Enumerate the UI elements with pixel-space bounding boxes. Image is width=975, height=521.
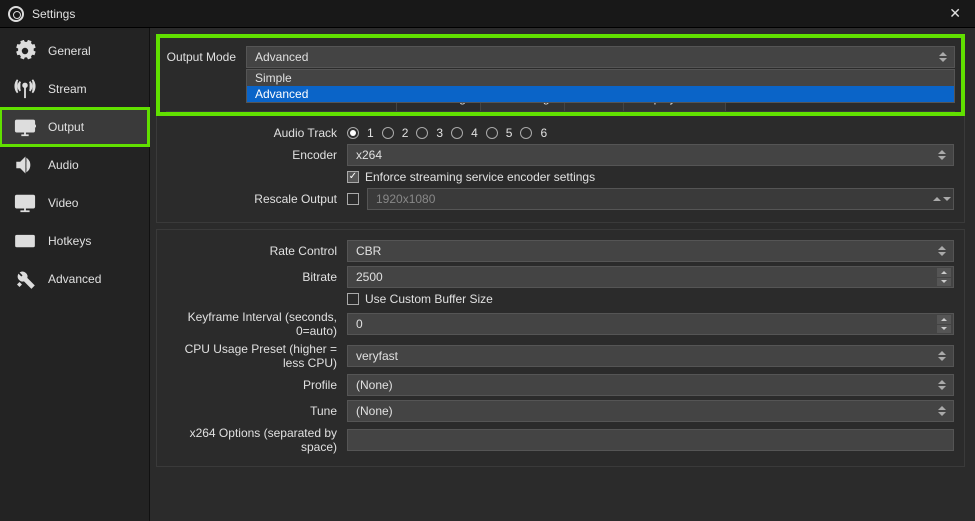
chevron-updown-icon	[935, 147, 949, 163]
rescale-select[interactable]: 1920x1080	[367, 188, 954, 210]
tune-select[interactable]: (None)	[347, 400, 954, 422]
output-mode-value: Advanced	[255, 50, 308, 64]
chevron-updown-icon	[935, 243, 949, 259]
sidebar-item-label: Output	[48, 120, 84, 134]
audio-track-radio-5[interactable]	[486, 127, 498, 139]
obs-logo-icon	[8, 6, 24, 22]
profile-label: Profile	[167, 378, 347, 392]
sidebar-item-label: Advanced	[48, 272, 101, 286]
bitrate-label: Bitrate	[167, 270, 347, 284]
cpu-preset-label: CPU Usage Preset (higher = less CPU)	[167, 342, 347, 370]
antenna-icon	[14, 78, 36, 100]
chevron-updown-icon	[935, 348, 949, 364]
bitrate-value: 2500	[356, 270, 383, 284]
dropdown-option-simple[interactable]: Simple	[247, 70, 954, 86]
custom-buffer-label: Use Custom Buffer Size	[365, 292, 493, 306]
sidebar-item-output[interactable]: Output	[0, 108, 149, 146]
audio-track-radio-2[interactable]	[382, 127, 394, 139]
dropdown-option-advanced[interactable]: Advanced	[247, 86, 954, 102]
monitor-out-icon	[14, 116, 36, 138]
tune-value: (None)	[356, 404, 393, 418]
rescale-checkbox[interactable]	[347, 193, 359, 205]
sidebar-item-label: Audio	[48, 158, 79, 172]
x264-opts-label: x264 Options (separated by space)	[167, 426, 347, 454]
sidebar-item-label: Video	[48, 196, 78, 210]
cpu-preset-value: veryfast	[356, 349, 398, 363]
rescale-value: 1920x1080	[376, 192, 435, 206]
cpu-preset-select[interactable]: veryfast	[347, 345, 954, 367]
streaming-panel: Audio Track 1 2 3 4 5 6 Encoder x264	[156, 116, 965, 223]
encoder-label: Encoder	[167, 148, 347, 162]
profile-value: (None)	[356, 378, 393, 392]
sidebar-item-hotkeys[interactable]: Hotkeys	[0, 222, 149, 260]
keyframe-label: Keyframe Interval (seconds, 0=auto)	[167, 310, 347, 338]
sidebar-item-advanced[interactable]: Advanced	[0, 260, 149, 298]
output-mode-select[interactable]: Advanced Simple Advanced	[246, 46, 955, 68]
audio-track-radio-1[interactable]	[347, 127, 359, 139]
rate-control-value: CBR	[356, 244, 381, 258]
output-mode-label: Output Mode	[166, 50, 246, 64]
chevron-updown-icon	[935, 377, 949, 393]
audio-track-label: Audio Track	[167, 126, 347, 140]
chevron-down-icon	[935, 191, 949, 207]
sidebar-item-label: Stream	[48, 82, 87, 96]
tune-label: Tune	[167, 404, 347, 418]
custom-buffer-checkbox[interactable]	[347, 293, 359, 305]
audio-track-group: 1 2 3 4 5 6	[347, 126, 954, 140]
window-title: Settings	[32, 7, 75, 21]
output-mode-dropdown: Simple Advanced	[246, 69, 955, 103]
close-icon[interactable]: ✕	[943, 3, 967, 24]
sidebar-item-label: General	[48, 44, 91, 58]
bitrate-input[interactable]: 2500	[347, 266, 954, 288]
encoder-value: x264	[356, 148, 382, 162]
tools-icon	[14, 268, 36, 290]
x264-opts-input[interactable]	[347, 429, 954, 451]
chevron-updown-icon	[936, 49, 950, 65]
keyboard-icon	[14, 230, 36, 252]
settings-sidebar: General Stream Output Audio Video Hotkey…	[0, 28, 150, 521]
keyframe-input[interactable]: 0	[347, 313, 954, 335]
sidebar-item-audio[interactable]: Audio	[0, 146, 149, 184]
profile-select[interactable]: (None)	[347, 374, 954, 396]
audio-track-radio-6[interactable]	[520, 127, 532, 139]
rate-control-label: Rate Control	[167, 244, 347, 258]
gear-icon	[14, 40, 36, 62]
enforce-checkbox[interactable]	[347, 171, 359, 183]
titlebar: Settings ✕	[0, 0, 975, 28]
content-area: Output Mode Advanced Simple Advanced Str…	[150, 28, 975, 521]
speaker-icon	[14, 154, 36, 176]
encoder-select[interactable]: x264	[347, 144, 954, 166]
sidebar-item-general[interactable]: General	[0, 32, 149, 70]
bitrate-spinner[interactable]	[937, 268, 951, 286]
rescale-label: Rescale Output	[167, 192, 347, 206]
sidebar-item-video[interactable]: Video	[0, 184, 149, 222]
keyframe-spinner[interactable]	[937, 315, 951, 333]
monitor-icon	[14, 192, 36, 214]
sidebar-item-label: Hotkeys	[48, 234, 91, 248]
output-mode-panel: Output Mode Advanced Simple Advanced Str…	[156, 34, 965, 116]
rate-control-select[interactable]: CBR	[347, 240, 954, 262]
audio-track-radio-3[interactable]	[416, 127, 428, 139]
sidebar-item-stream[interactable]: Stream	[0, 70, 149, 108]
encoder-settings-panel: Rate Control CBR Bitrate 2500	[156, 229, 965, 467]
audio-track-radio-4[interactable]	[451, 127, 463, 139]
enforce-label: Enforce streaming service encoder settin…	[365, 170, 595, 184]
keyframe-value: 0	[356, 317, 363, 331]
chevron-updown-icon	[935, 403, 949, 419]
